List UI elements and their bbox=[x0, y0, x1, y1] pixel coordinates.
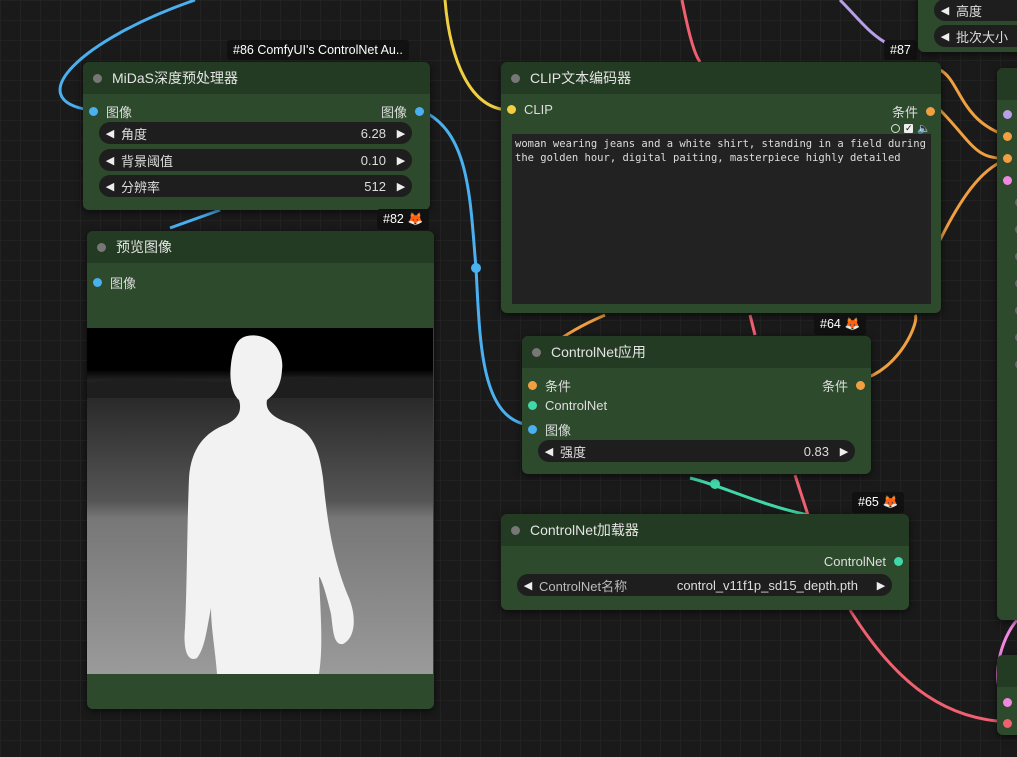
controlnet-name-widget[interactable]: ◀ ControlNet名称 control_v11f1p_sd15_depth.p… bbox=[517, 574, 892, 596]
preview-image-node[interactable]: 预览图像 图像 bbox=[87, 231, 434, 709]
image-input-slot[interactable]: 图像 bbox=[528, 420, 571, 439]
collapse-dot[interactable] bbox=[93, 73, 102, 83]
conditioning-input-slot[interactable]: 条件 bbox=[528, 376, 571, 395]
input-dot[interactable] bbox=[1003, 719, 1012, 728]
node-id-badge: #64 🦊 bbox=[814, 314, 867, 335]
midas-node[interactable]: MiDaS深度预处理器 图像 图像 ◀ 角度 6.28 ▶ ◀ 背景阈值 0.10 ▶ ◀ 分… bbox=[83, 62, 430, 210]
node-id-badge: #65 🦊 bbox=[852, 492, 905, 513]
node-title-bar[interactable]: MiDaS深度预处理器 bbox=[83, 62, 430, 94]
prompt-textarea[interactable] bbox=[512, 134, 931, 304]
output-dot[interactable] bbox=[894, 557, 903, 566]
increment-arrow-icon[interactable]: ▶ bbox=[390, 127, 412, 140]
node-title-bar[interactable]: ControlNet应用 bbox=[522, 336, 871, 368]
node-id-badge: #86 ComfyUI's ControlNet Au.. bbox=[227, 40, 409, 60]
input-dot[interactable] bbox=[1003, 132, 1012, 141]
fox-icon: 🦊 bbox=[407, 212, 424, 226]
input-dot[interactable] bbox=[528, 381, 537, 390]
partial-decode-node[interactable] bbox=[997, 655, 1017, 735]
increment-arrow-icon[interactable]: ▶ bbox=[833, 445, 855, 458]
decrement-arrow-icon[interactable]: ◀ bbox=[99, 127, 121, 140]
angle-widget[interactable]: ◀ 角度 6.28 ▶ bbox=[99, 122, 412, 144]
node-title: ControlNet加载器 bbox=[530, 522, 639, 538]
input-dot[interactable] bbox=[507, 105, 516, 114]
collapse-dot[interactable] bbox=[532, 347, 541, 357]
partial-sampler-node[interactable] bbox=[997, 68, 1017, 620]
resolution-widget[interactable]: ◀ 分辨率 512 ▶ bbox=[99, 175, 412, 197]
controlnet-output-slot[interactable]: ControlNet bbox=[824, 554, 903, 569]
output-dot[interactable] bbox=[926, 107, 935, 116]
node-id-badge: #87 bbox=[884, 40, 917, 60]
input-dot[interactable] bbox=[528, 425, 537, 434]
height-widget[interactable]: ◀ 高度 bbox=[934, 0, 1017, 21]
decrement-arrow-icon[interactable]: ◀ bbox=[538, 445, 560, 458]
image-input-slot[interactable]: 图像 bbox=[93, 273, 136, 292]
conditioning-output-slot[interactable]: 条件 bbox=[892, 102, 935, 121]
conditioning-output-slot[interactable]: 条件 bbox=[822, 376, 865, 395]
decrement-arrow-icon[interactable]: ◀ bbox=[934, 4, 956, 17]
batch-size-widget[interactable]: ◀ 批次大小 bbox=[934, 25, 1017, 47]
radio-icon[interactable] bbox=[891, 124, 901, 133]
input-dot[interactable] bbox=[1003, 154, 1012, 163]
decrement-arrow-icon[interactable]: ◀ bbox=[99, 154, 121, 167]
checkbox-icon[interactable]: ✓ bbox=[904, 124, 914, 133]
node-title-bar[interactable]: CLIP文本编码器 bbox=[501, 62, 941, 94]
output-dot[interactable] bbox=[856, 381, 865, 390]
node-title-bar[interactable]: 预览图像 bbox=[87, 231, 434, 263]
collapse-dot[interactable] bbox=[97, 242, 106, 252]
increment-arrow-icon[interactable]: ▶ bbox=[390, 154, 412, 167]
increment-arrow-icon[interactable]: ▶ bbox=[870, 579, 892, 592]
output-dot[interactable] bbox=[415, 107, 424, 116]
input-dot[interactable] bbox=[93, 278, 102, 287]
input-dot[interactable] bbox=[528, 401, 537, 410]
clip-input-slot[interactable]: CLIP bbox=[507, 102, 553, 117]
strength-widget[interactable]: ◀ 强度 0.83 ▶ bbox=[538, 440, 855, 462]
decrement-arrow-icon[interactable]: ◀ bbox=[517, 579, 539, 592]
partial-latent-node[interactable]: ◀ 高度 ◀ 批次大小 bbox=[918, 0, 1017, 52]
decrement-arrow-icon[interactable]: ◀ bbox=[99, 180, 121, 193]
fox-icon: 🦊 bbox=[844, 317, 861, 331]
decrement-arrow-icon[interactable]: ◀ bbox=[934, 30, 956, 43]
depth-map-image bbox=[87, 328, 433, 674]
input-dot[interactable] bbox=[1003, 176, 1012, 185]
node-title: MiDaS深度预处理器 bbox=[112, 70, 239, 86]
input-dot[interactable] bbox=[89, 107, 98, 116]
bg-threshold-widget[interactable]: ◀ 背景阈值 0.10 ▶ bbox=[99, 149, 412, 171]
input-dot[interactable] bbox=[1003, 110, 1012, 119]
node-title: 预览图像 bbox=[116, 239, 172, 255]
fox-icon: 🦊 bbox=[882, 495, 899, 509]
controlnet-input-slot[interactable]: ControlNet bbox=[528, 398, 607, 413]
collapse-dot[interactable] bbox=[511, 525, 520, 535]
collapse-dot[interactable] bbox=[511, 73, 520, 83]
increment-arrow-icon[interactable]: ▶ bbox=[390, 180, 412, 193]
input-dot[interactable] bbox=[1003, 698, 1012, 707]
clip-text-encode-node[interactable]: CLIP文本编码器 CLIP 条件 ✓ 🔈 bbox=[501, 62, 941, 313]
node-title: CLIP文本编码器 bbox=[530, 70, 632, 86]
node-title: ControlNet应用 bbox=[551, 344, 646, 360]
node-id-badge: #82 🦊 bbox=[377, 209, 430, 230]
node-title-bar[interactable]: ControlNet加载器 bbox=[501, 514, 909, 546]
image-input-slot[interactable]: 图像 bbox=[89, 102, 132, 121]
image-output-slot[interactable]: 图像 bbox=[381, 102, 424, 121]
controlnet-loader-node[interactable]: ControlNet加载器 ControlNet ◀ ControlNet名称 co… bbox=[501, 514, 909, 610]
controlnet-apply-node[interactable]: ControlNet应用 条件 条件 ControlNet 图像 ◀ 强度 0.83… bbox=[522, 336, 871, 474]
